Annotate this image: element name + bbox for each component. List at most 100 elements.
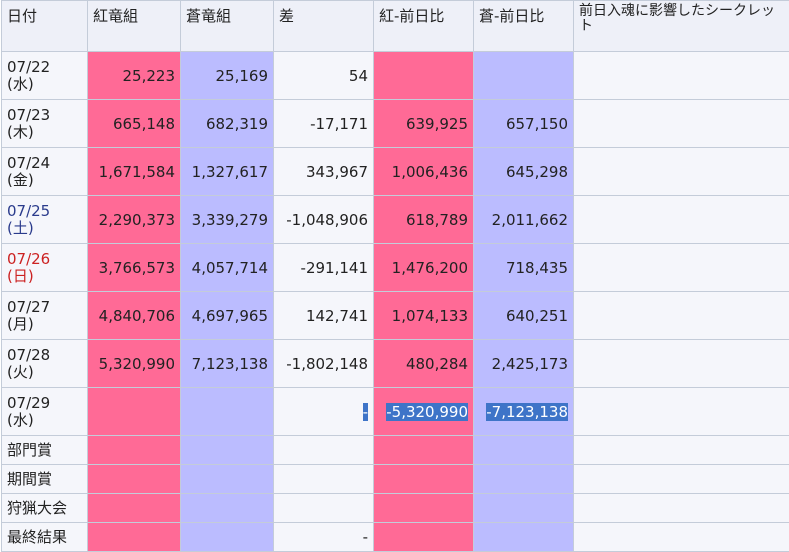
score-difference: -17,171 <box>274 100 374 148</box>
score-difference: -291,141 <box>274 244 374 292</box>
secret-note-cell <box>574 465 789 494</box>
date-cell: 07/23 (木) <box>2 100 88 148</box>
weekday-text: (水) <box>7 76 82 93</box>
table-row: 07/25 (土) 2,290,373 3,339,279 -1,048,906… <box>2 196 789 244</box>
red-daily-change: 639,925 <box>374 100 474 148</box>
red-daily-change <box>374 523 474 552</box>
secret-note-cell <box>574 292 789 340</box>
header-difference: 差 <box>274 1 374 52</box>
red-team-score: 4,840,706 <box>88 292 181 340</box>
blue-team-cell <box>181 465 274 494</box>
blue-team-score: 25,169 <box>181 52 274 100</box>
header-blue-change: 蒼-前日比 <box>474 1 574 52</box>
weekday-text: (日) <box>7 268 82 285</box>
selected-text[interactable]: -7,123,138 <box>486 403 568 421</box>
date-text: 07/26 <box>7 251 82 268</box>
date-cell: 07/26 (日) <box>2 244 88 292</box>
red-daily-change: 480,284 <box>374 340 474 388</box>
selected-text[interactable]: - <box>363 403 368 421</box>
score-difference[interactable]: - <box>274 388 374 436</box>
blue-daily-change: 657,150 <box>474 100 574 148</box>
header-red-change: 紅-前日比 <box>374 1 474 52</box>
red-team-score: 665,148 <box>88 100 181 148</box>
selected-text[interactable]: -5,320,990 <box>386 403 468 421</box>
red-team-cell <box>88 523 181 552</box>
results-table: 日付 紅竜組 蒼竜組 差 紅-前日比 蒼-前日比 前日入魂に影響したシークレット… <box>1 0 789 552</box>
score-difference <box>274 436 374 465</box>
red-team-score: 1,671,584 <box>88 148 181 196</box>
score-difference <box>274 465 374 494</box>
date-text: 07/29 <box>7 395 82 412</box>
blue-daily-change <box>474 52 574 100</box>
red-daily-change <box>374 52 474 100</box>
blue-team-score: 3,339,279 <box>181 196 274 244</box>
weekday-text: (月) <box>7 316 82 333</box>
blue-daily-change <box>474 465 574 494</box>
blue-team-score: 4,697,965 <box>181 292 274 340</box>
score-difference: - <box>274 523 374 552</box>
weekday-text: (火) <box>7 364 82 381</box>
table-row: 07/29 (水) - -5,320,990 -7,123,138 <box>2 388 789 436</box>
red-daily-change[interactable]: -5,320,990 <box>374 388 474 436</box>
table-row: 07/22 (水) 25,223 25,169 54 <box>2 52 789 100</box>
blue-daily-change: 718,435 <box>474 244 574 292</box>
blue-team-cell <box>181 494 274 523</box>
blue-daily-change: 2,011,662 <box>474 196 574 244</box>
table-row: 期間賞 <box>2 465 789 494</box>
score-difference: -1,802,148 <box>274 340 374 388</box>
date-cell: 07/25 (土) <box>2 196 88 244</box>
table-row: 部門賞 <box>2 436 789 465</box>
date-cell: 07/28 (火) <box>2 340 88 388</box>
date-text: 07/22 <box>7 59 82 76</box>
blue-daily-change <box>474 523 574 552</box>
date-cell: 07/27 (月) <box>2 292 88 340</box>
red-team-cell <box>88 436 181 465</box>
date-text: 07/28 <box>7 347 82 364</box>
secret-note-cell <box>574 52 789 100</box>
blue-team-score: 7,123,138 <box>181 340 274 388</box>
secret-note-cell <box>574 388 789 436</box>
footer-label: 期間賞 <box>2 465 88 494</box>
secret-note-cell <box>574 436 789 465</box>
blue-daily-change: 645,298 <box>474 148 574 196</box>
secret-note-cell <box>574 244 789 292</box>
table-row: 最終結果 - <box>2 523 789 552</box>
footer-label: 最終結果 <box>2 523 88 552</box>
red-daily-change: 618,789 <box>374 196 474 244</box>
red-team-cell <box>88 494 181 523</box>
secret-note-cell <box>574 340 789 388</box>
red-team-score: 25,223 <box>88 52 181 100</box>
footer-label: 狩猟大会 <box>2 494 88 523</box>
weekday-text: (水) <box>7 412 82 429</box>
date-cell: 07/24 (金) <box>2 148 88 196</box>
blue-daily-change <box>474 436 574 465</box>
weekday-text: (木) <box>7 124 82 141</box>
header-secret-note: 前日入魂に影響したシークレット <box>574 1 789 52</box>
blue-team-score: 682,319 <box>181 100 274 148</box>
blue-daily-change: 640,251 <box>474 292 574 340</box>
score-difference: -1,048,906 <box>274 196 374 244</box>
blue-team-cell <box>181 436 274 465</box>
table-row: 07/28 (火) 5,320,990 7,123,138 -1,802,148… <box>2 340 789 388</box>
secret-note-cell <box>574 148 789 196</box>
date-text: 07/23 <box>7 107 82 124</box>
blue-daily-change: 2,425,173 <box>474 340 574 388</box>
header-date: 日付 <box>2 1 88 52</box>
red-daily-change <box>374 436 474 465</box>
table-row: 07/26 (日) 3,766,573 4,057,714 -291,141 1… <box>2 244 789 292</box>
blue-team-score: 4,057,714 <box>181 244 274 292</box>
secret-note-cell <box>574 494 789 523</box>
red-daily-change: 1,476,200 <box>374 244 474 292</box>
header-red-team: 紅竜組 <box>88 1 181 52</box>
score-difference: 343,967 <box>274 148 374 196</box>
red-team-score <box>88 388 181 436</box>
table-row: 狩猟大会 <box>2 494 789 523</box>
header-row: 日付 紅竜組 蒼竜組 差 紅-前日比 蒼-前日比 前日入魂に影響したシークレット <box>2 1 789 52</box>
blue-team-score <box>181 388 274 436</box>
secret-note-cell <box>574 196 789 244</box>
blue-daily-change <box>474 494 574 523</box>
blue-team-score: 1,327,617 <box>181 148 274 196</box>
blue-daily-change[interactable]: -7,123,138 <box>474 388 574 436</box>
date-cell: 07/29 (水) <box>2 388 88 436</box>
secret-note-cell <box>574 100 789 148</box>
